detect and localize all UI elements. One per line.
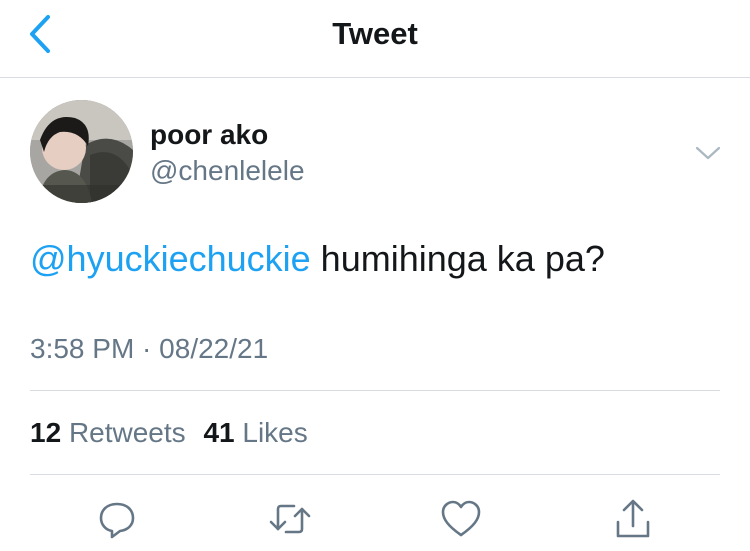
share-icon xyxy=(616,499,650,538)
timestamp-separator: · xyxy=(134,333,160,364)
retweet-icon xyxy=(269,504,311,534)
nav-bar: Tweet xyxy=(0,0,750,78)
reply-button[interactable] xyxy=(92,494,142,544)
tweet-time: 3:58 PM xyxy=(30,333,135,364)
avatar[interactable] xyxy=(30,100,133,203)
like-icon xyxy=(441,500,481,537)
page-title: Tweet xyxy=(332,16,418,51)
likes-stat[interactable]: 41 Likes xyxy=(203,417,307,448)
tweet-text: @hyuckiechuckie humihinga ka pa? xyxy=(30,238,605,280)
more-options-button[interactable] xyxy=(690,138,726,168)
tweet-body-text: humihinga ka pa? xyxy=(310,238,605,279)
like-button[interactable] xyxy=(436,494,486,544)
author-display-name[interactable]: poor ako xyxy=(150,119,268,151)
divider xyxy=(30,474,720,475)
retweets-count: 12 xyxy=(30,417,62,448)
retweet-button[interactable] xyxy=(265,494,315,544)
tweet-stats: 12 Retweets 41 Likes xyxy=(30,417,308,449)
author-handle[interactable]: @chenlelele xyxy=(150,155,305,187)
tweet-timestamp: 3:58 PM · 08/22/21 xyxy=(30,333,268,365)
likes-count: 41 xyxy=(203,417,235,448)
share-button[interactable] xyxy=(608,494,658,544)
retweets-stat[interactable]: 12 Retweets xyxy=(30,417,186,448)
avatar-photo xyxy=(30,100,133,203)
likes-label: Likes xyxy=(242,417,308,448)
chevron-down-icon xyxy=(695,146,721,160)
divider xyxy=(30,390,720,391)
mention-link[interactable]: @hyuckiechuckie xyxy=(30,238,311,279)
action-bar xyxy=(0,490,750,551)
tweet-date: 08/22/21 xyxy=(159,333,269,364)
retweets-label: Retweets xyxy=(68,417,186,448)
reply-icon xyxy=(99,502,135,539)
